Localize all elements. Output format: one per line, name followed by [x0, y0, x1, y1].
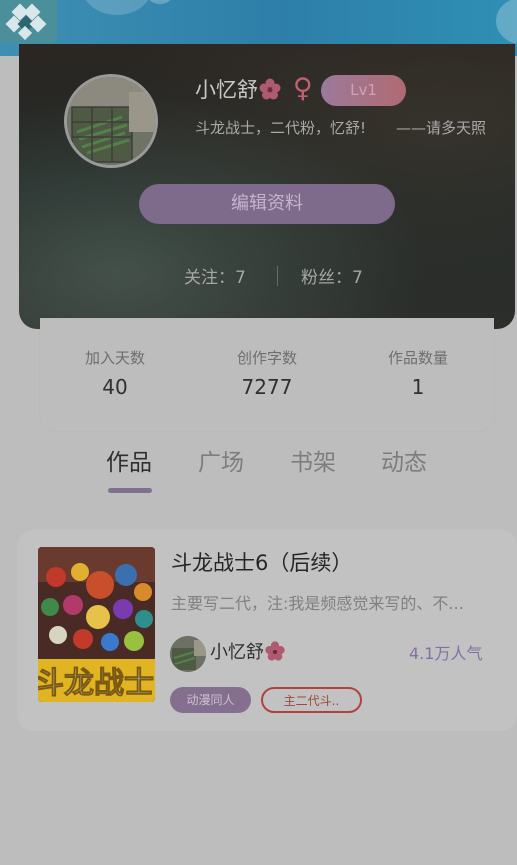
- followers-count[interactable]: 粉丝：7: [301, 264, 363, 292]
- banner-decoration: [148, 0, 172, 4]
- divider: [277, 266, 278, 286]
- stat-label: 创作字数: [236, 349, 297, 367]
- following-count[interactable]: 关注：7: [184, 264, 246, 292]
- stat-value: 7277: [241, 375, 293, 399]
- female-icon: ♀: [293, 73, 313, 104]
- svg-text:斗龙战士: 斗龙战士: [38, 666, 154, 701]
- banner-decoration: [496, 0, 517, 44]
- flower-icon: [258, 77, 282, 108]
- profile-bio: 斗龙战士，二代粉，忆舒! ——请多天照: [195, 119, 487, 137]
- app-logo-icon[interactable]: [0, 0, 57, 43]
- author-avatar[interactable]: [170, 636, 206, 672]
- book-cover[interactable]: 斗龙战士: [38, 547, 155, 702]
- stat-label: 加入天数: [84, 349, 145, 367]
- book-card[interactable]: 斗龙战士 斗龙战士6（后续） 主要写二代，注:我是频感觉来写的、不... 小忆舒…: [17, 530, 517, 731]
- flower-icon: [264, 640, 286, 670]
- book-title[interactable]: 斗龙战士6（后续）: [171, 548, 352, 578]
- stat-word-count: 创作字数 7277: [197, 348, 337, 402]
- stat-value: 40: [102, 375, 128, 399]
- banner-decoration: [82, 0, 152, 15]
- tab-activity[interactable]: 动态: [381, 444, 427, 482]
- stat-label: 作品数量: [387, 349, 448, 367]
- book-description: 主要写二代，注:我是频感觉来写的、不...: [171, 594, 464, 613]
- active-tab-indicator: [108, 488, 152, 493]
- author-name[interactable]: 小忆舒: [210, 640, 286, 670]
- author-name-text: 小忆舒: [210, 642, 264, 663]
- profile-avatar[interactable]: [64, 74, 158, 168]
- stats-card: 加入天数 40 创作字数 7277 作品数量 1: [40, 318, 494, 431]
- profile-username: 小忆舒: [195, 76, 282, 108]
- stat-works-count: 作品数量 1: [348, 348, 488, 402]
- username-text: 小忆舒: [195, 78, 258, 102]
- stat-join-days: 加入天数 40: [45, 348, 185, 402]
- stat-value: 1: [411, 375, 425, 399]
- tab-bookshelf[interactable]: 书架: [290, 444, 336, 482]
- tab-works[interactable]: 作品: [106, 444, 152, 482]
- edit-profile-button[interactable]: 编辑资料: [139, 184, 395, 224]
- profile-header: 小忆舒 ♀ Lv1 斗龙战士，二代粉，忆舒! ——请多天照 编辑资料 关注：7 …: [19, 44, 515, 329]
- tag-fanfic[interactable]: 动漫同人: [170, 687, 251, 713]
- tab-plaza[interactable]: 广场: [198, 444, 244, 482]
- popularity-count: 4.1万人气: [409, 644, 483, 663]
- tag-character[interactable]: 主二代斗..: [261, 687, 362, 713]
- level-badge: Lv1: [321, 75, 406, 106]
